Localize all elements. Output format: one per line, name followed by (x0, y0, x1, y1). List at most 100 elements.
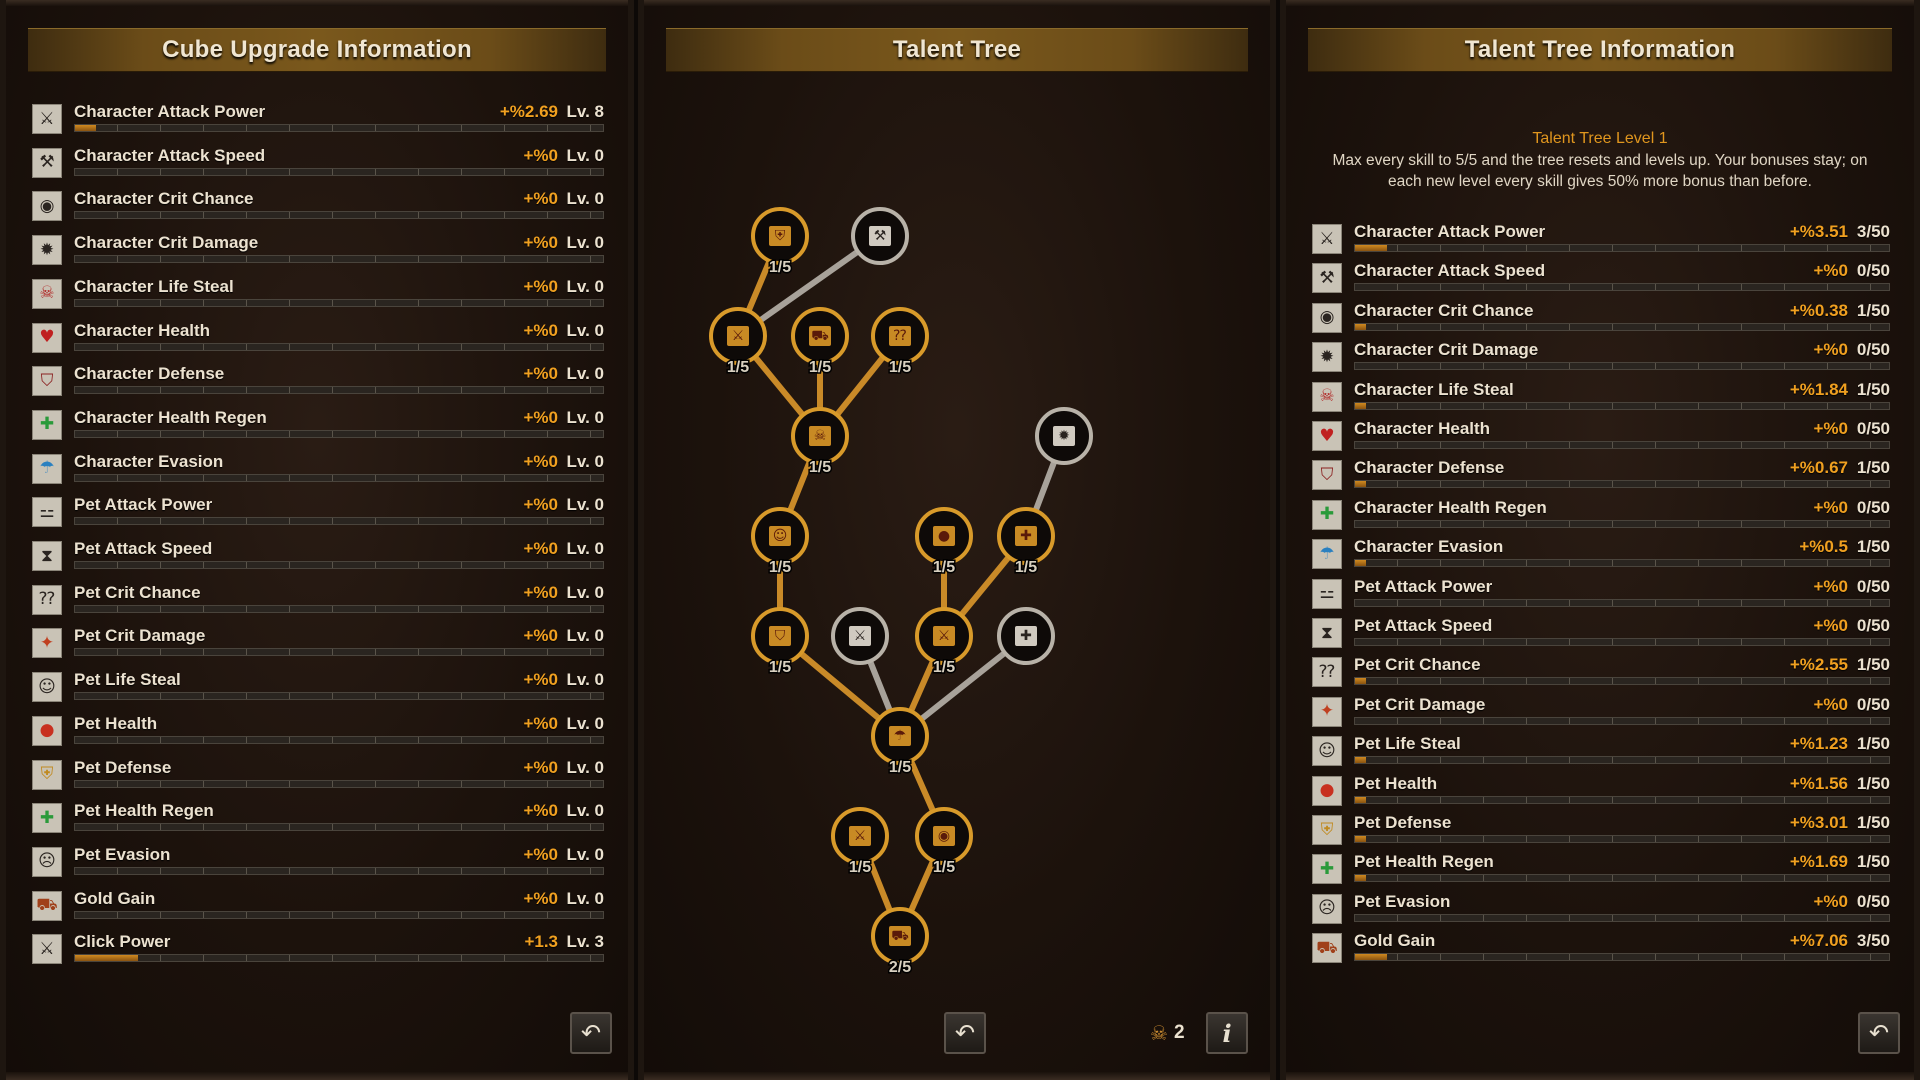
talent-node-pet-defense[interactable]: ⛨ 1/5 (751, 207, 809, 278)
stat-level: 1/50 (1856, 734, 1890, 754)
bone-icon: ⚍ (1312, 578, 1342, 609)
stat-value: +%0 (523, 539, 559, 558)
talent-node-click-power[interactable]: ⚔ (831, 607, 889, 665)
question-marks-icon: ⁇ (32, 584, 62, 615)
stat-name: Pet Life Steal (74, 670, 181, 690)
stat-value: +%0.38 (1789, 300, 1848, 320)
stat-name: Pet Crit Damage (1354, 694, 1486, 714)
stat-value: +%0 (1813, 261, 1849, 281)
stat-name: Character Evasion (74, 451, 224, 471)
stat-name: Character Crit Damage (74, 233, 259, 253)
talent-node-evasion[interactable]: ☂ 1/5 (871, 707, 929, 778)
talent-node-icon: ✚ (1020, 528, 1032, 544)
talent-node-pet-life-steal[interactable]: ☺ 1/5 (751, 507, 809, 578)
talent-node-pet-crit-chance[interactable]: ⁇ 1/5 (871, 307, 929, 378)
stat-level: 0/50 (1856, 340, 1890, 360)
stat-value: +%0 (523, 276, 559, 296)
cube-upgrade-title: Cube Upgrade Information (28, 28, 606, 72)
stat-name: Character Attack Speed (74, 145, 266, 165)
talent-node-crit-damage[interactable]: ✹ (1035, 407, 1093, 465)
talent-node-attack-power-3[interactable]: ⚔ 1/5 (831, 807, 889, 878)
info-button[interactable]: i (1206, 1012, 1248, 1054)
back-button[interactable]: ↶ (944, 1012, 986, 1054)
talent-node-defense[interactable]: ⛉ 1/5 (751, 607, 809, 678)
talent-node-gold-gain-2[interactable]: ⛟ 2/5 (871, 907, 929, 978)
stat-row: ♥ Character Health +%0 Lv. 0 (28, 321, 606, 357)
stat-progress-fill (1355, 796, 1366, 803)
stat-value: +%1.56 (1789, 773, 1848, 793)
talent-node-attack-power-2[interactable]: ⚔ 1/5 (915, 607, 973, 678)
stat-row: ⛟ Gold Gain +%7.06 3/50 (1308, 931, 1892, 967)
stat-name: Pet Health Regen (1354, 852, 1494, 872)
talent-node-icon: ✹ (1058, 428, 1070, 444)
stat-name: Pet Crit Chance (74, 582, 201, 602)
stat-value: +%0 (523, 451, 559, 471)
stat-value: +%0 (523, 801, 559, 821)
stat-name: Pet Attack Power (1354, 576, 1493, 596)
stat-progress-bar (1354, 244, 1890, 252)
stat-row: ✦ Pet Crit Damage +%0 Lv. 0 (28, 626, 606, 662)
stat-level: Lv. 0 (566, 364, 604, 384)
talent-node-attack-speed[interactable]: ⚒ (851, 207, 909, 265)
stat-name: Pet Health Regen (74, 801, 214, 821)
stat-progress-fill (1355, 323, 1366, 330)
plus-icon: ✚ (1312, 854, 1342, 885)
stat-value: +%0.67 (1789, 458, 1848, 478)
stat-row: ● Pet Health +%1.56 1/50 (1308, 774, 1892, 810)
stat-value: +%3.01 (1789, 813, 1848, 832)
treasure-chest-icon: ⛟ (32, 890, 62, 921)
stat-level: 3/50 (1856, 222, 1890, 241)
stat-level: Lv. 0 (566, 801, 604, 821)
stat-name: Character Health (74, 320, 211, 340)
stat-value: +%0 (523, 713, 559, 733)
pet-face-icon: ☺ (1312, 736, 1342, 767)
stat-level: Lv. 0 (566, 276, 604, 296)
stat-progress-bar (74, 866, 604, 875)
talent-node-level: 1/5 (809, 359, 831, 376)
talent-node-gold-gain[interactable]: ⛟ 1/5 (791, 307, 849, 378)
stat-level: Lv. 0 (566, 844, 604, 864)
stat-progress-fill (75, 955, 139, 962)
stat-progress-bar (74, 561, 604, 569)
stat-row: ☹ Pet Evasion +%0 0/50 (1308, 892, 1892, 928)
talent-node-life-steal[interactable]: ☠ 1/5 (791, 407, 849, 478)
stat-row: ☠ Character Life Steal +%1.84 1/50 (1308, 380, 1892, 416)
stat-progress-bar (1354, 283, 1890, 292)
stat-level: 1/50 (1856, 300, 1890, 320)
sword-icon: ⚔ (1312, 224, 1342, 254)
talent-node-attack-power[interactable]: ⚔ 1/5 (709, 307, 767, 378)
stat-row: ⁇ Pet Crit Chance +%2.55 1/50 (1308, 655, 1892, 691)
stat-row: ⛨ Pet Defense +%3.01 1/50 (1308, 813, 1892, 849)
stat-row: ☺ Pet Life Steal +%0 Lv. 0 (28, 670, 606, 706)
stat-level: Lv. 0 (566, 888, 604, 908)
stat-row: ⧗ Pet Attack Speed +%0 0/50 (1308, 616, 1892, 652)
stat-row: ☂ Character Evasion +%0 Lv. 0 (28, 452, 606, 488)
fox-icon: ✦ (32, 628, 62, 659)
stat-value: +%0 (1813, 616, 1849, 635)
talent-tree-info-panel: Talent Tree Information Talent Tree Leve… (1280, 0, 1920, 1080)
talent-node-icon: ⛟ (891, 928, 909, 944)
stat-level: Lv. 0 (566, 626, 604, 646)
stat-value: +%3.51 (1789, 222, 1848, 241)
back-button[interactable]: ↶ (1858, 1012, 1900, 1054)
talent-points-counter: ☠ 2 (1150, 1018, 1185, 1048)
talent-node-crit-chance[interactable]: ◉ 1/5 (915, 807, 973, 878)
stat-progress-fill (1355, 481, 1366, 488)
stat-value: +%0 (523, 582, 559, 602)
talent-node-level: 1/5 (933, 859, 955, 876)
stat-row: ◉ Character Crit Chance +%0 Lv. 0 (28, 189, 606, 225)
talent-node-health-regen[interactable]: ✚ (997, 607, 1055, 665)
stat-row: ⧗ Pet Attack Speed +%0 Lv. 0 (28, 539, 606, 575)
stat-level: Lv. 0 (566, 539, 604, 558)
talent-node-icon: ⚔ (938, 628, 951, 644)
talent-node-level: 1/5 (1015, 559, 1037, 576)
stat-name: Gold Gain (1354, 931, 1436, 951)
stat-progress-bar (1354, 519, 1890, 528)
shield-paw-icon: ⛨ (1312, 815, 1342, 845)
armor-icon: ⛉ (1312, 460, 1342, 491)
talent-node-pet-health-regen[interactable]: ✚ 1/5 (997, 507, 1055, 578)
stat-level: Lv. 0 (566, 145, 604, 165)
stat-value: +1.3 (524, 932, 558, 952)
back-button[interactable]: ↶ (570, 1012, 612, 1054)
talent-node-pet-health[interactable]: ● 1/5 (915, 507, 973, 578)
